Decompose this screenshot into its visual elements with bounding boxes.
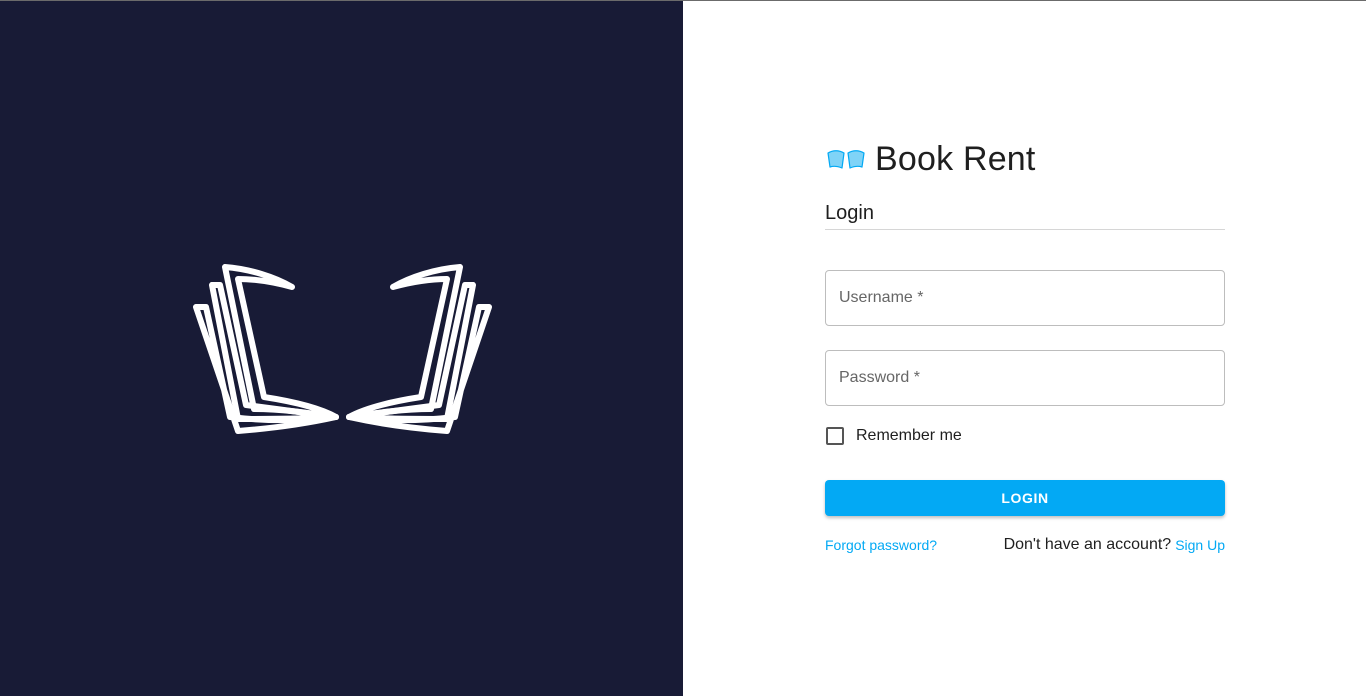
password-field[interactable]: Password * [825, 350, 1225, 406]
username-field[interactable]: Username * [825, 270, 1225, 326]
login-panel: Book Rent Login Username * Password * Re… [683, 1, 1366, 696]
signup-link[interactable]: Sign Up [1175, 537, 1225, 553]
open-book-icon [827, 150, 865, 169]
form-title: Login [825, 202, 1225, 230]
form-footer: Forgot password? Don't have an account? … [825, 534, 1225, 556]
open-book-outline-icon [193, 264, 492, 434]
hero-panel [0, 1, 683, 696]
username-label: Username * [839, 289, 924, 306]
login-page: Book Rent Login Username * Password * Re… [0, 0, 1366, 696]
password-label: Password * [839, 369, 920, 386]
signup-row: Don't have an account? Sign Up [1004, 536, 1225, 554]
brand-header: Book Rent [825, 139, 1036, 179]
remember-me[interactable]: Remember me [825, 424, 962, 448]
signup-prompt: Don't have an account? [1003, 536, 1172, 553]
login-button[interactable]: LOGIN [825, 480, 1225, 516]
forgot-password-link[interactable]: Forgot password? [825, 537, 937, 553]
remember-label: Remember me [856, 427, 962, 444]
brand-name: Book Rent [875, 139, 1036, 178]
remember-checkbox[interactable] [826, 427, 844, 445]
